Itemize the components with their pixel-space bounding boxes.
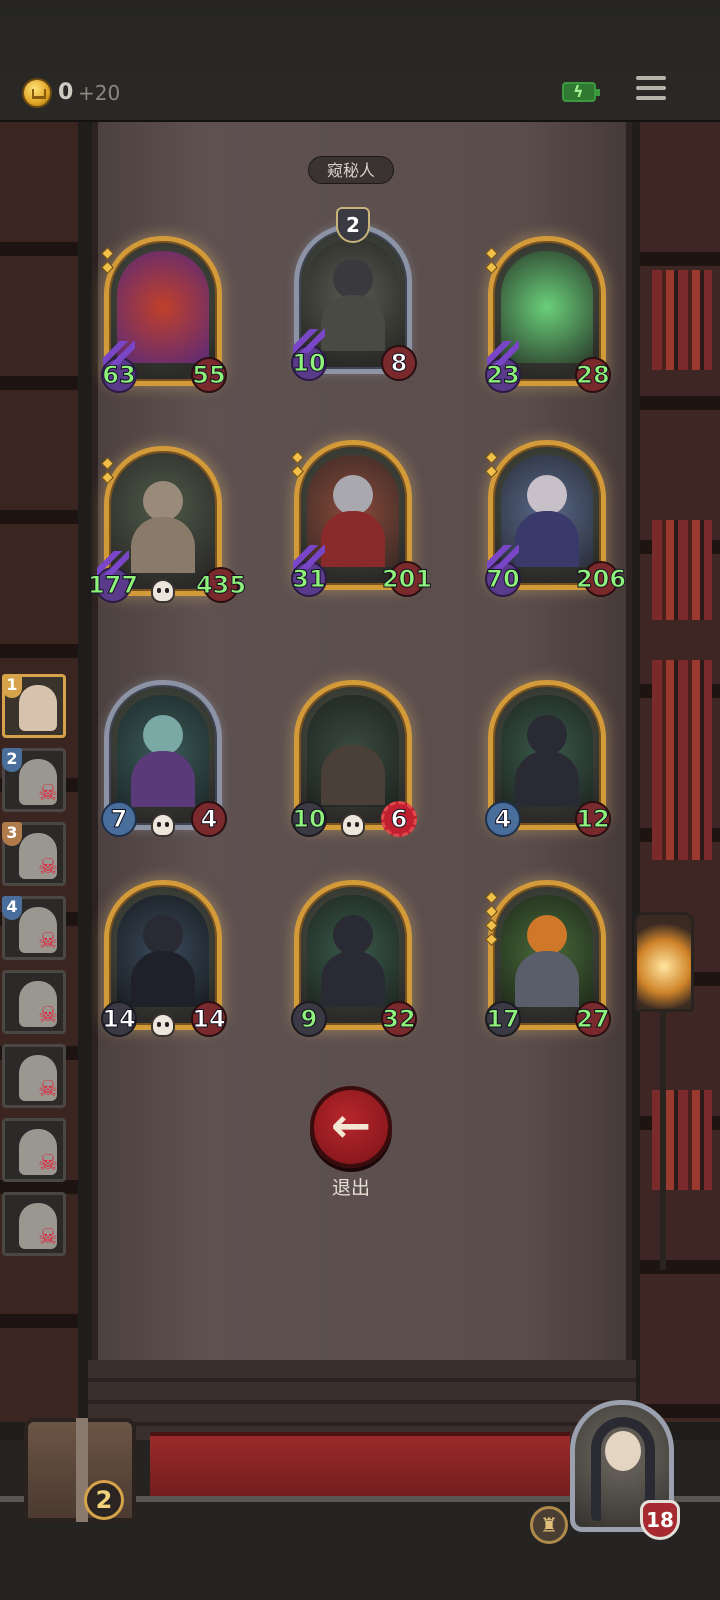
health-stat: 12 xyxy=(575,801,611,837)
arrow-left-icon: ← xyxy=(330,1098,372,1154)
health-stat: 27 xyxy=(575,1001,611,1037)
slot-number: 2 xyxy=(2,748,22,772)
unit-card-reaper-2[interactable]: 9 32 xyxy=(291,880,417,1037)
red-carpet xyxy=(150,1432,570,1502)
card-portrait xyxy=(501,895,593,1007)
health-stat: 8 xyxy=(381,345,417,381)
slot-number: 4 xyxy=(2,896,22,920)
defeated-skull-icon: ☠ xyxy=(38,1077,58,1102)
unit-card-knight[interactable]: 2 10 8 xyxy=(291,207,417,381)
gold-count: 0 xyxy=(58,80,74,105)
slot-number: 3 xyxy=(2,822,22,846)
skull-icon xyxy=(341,813,365,837)
menu-icon[interactable] xyxy=(636,76,666,106)
card-portrait xyxy=(501,695,593,807)
gold-bonus: +20 xyxy=(78,81,121,105)
defeated-skull-icon: ☠ xyxy=(38,781,58,806)
attack-stat: 9 xyxy=(291,1001,327,1037)
team-slot-3[interactable]: 3 ☠ xyxy=(2,822,66,886)
team-slot-4[interactable]: 4 ☠ xyxy=(2,896,66,960)
skull-icon xyxy=(151,579,175,603)
attack-stat: 17 xyxy=(485,1001,521,1037)
unit-card-demoness[interactable]: 7 4 xyxy=(101,680,227,837)
health-stat: 6 xyxy=(381,801,417,837)
attack-stat: 7 xyxy=(101,801,137,837)
attack-stat: 31 xyxy=(291,545,327,597)
top-bar: 0 +20 ϟ xyxy=(0,0,720,122)
lantern-pole xyxy=(660,1010,666,1270)
defeated-skull-icon: ☠ xyxy=(38,929,58,954)
health-stat: 4 xyxy=(191,801,227,837)
health-stat: 206 xyxy=(575,561,627,597)
team-slot-8[interactable]: ☠ xyxy=(2,1192,66,1256)
attack-stat: 10 xyxy=(291,801,327,837)
slot-number: 1 xyxy=(2,674,22,698)
attack-stat: 14 xyxy=(101,1001,137,1037)
card-portrait xyxy=(117,695,209,807)
team-slot-1[interactable]: 1 xyxy=(2,674,66,738)
defeated-skull-icon: ☠ xyxy=(38,1003,58,1028)
defeated-skull-icon: ☠ xyxy=(38,1225,58,1250)
unit-card-golem[interactable]: 177 435 xyxy=(87,446,247,603)
health-stat: 14 xyxy=(191,1001,227,1037)
card-portrait xyxy=(307,895,399,1007)
unit-card-reaper[interactable]: 4 12 xyxy=(485,680,611,837)
attack-stat: 4 xyxy=(485,801,521,837)
card-portrait xyxy=(307,695,399,807)
coin-icon xyxy=(22,78,52,108)
card-portrait xyxy=(117,895,209,1007)
defeated-skull-icon: ☠ xyxy=(38,1151,58,1176)
unit-card-dark-king[interactable]: 14 14 xyxy=(101,880,227,1037)
unit-card-pumpkin[interactable]: 17 27 xyxy=(485,880,611,1037)
exit-button[interactable]: ← xyxy=(310,1086,392,1168)
unit-card-helmet-warrior[interactable]: 31 201 xyxy=(291,440,433,597)
health-stat: 55 xyxy=(191,357,227,393)
attack-stat: 23 xyxy=(485,341,521,393)
stairs xyxy=(88,1360,636,1440)
skull-icon xyxy=(151,813,175,837)
books-decoration xyxy=(652,270,712,370)
unit-card-dragon[interactable]: 63 55 xyxy=(101,236,227,393)
card-portrait xyxy=(117,461,209,573)
hero-avatar xyxy=(19,685,57,731)
skull-icon xyxy=(151,1013,175,1037)
unit-card-mimic-chest[interactable]: 10 6 xyxy=(291,680,417,837)
team-slot-7[interactable]: ☠ xyxy=(2,1118,66,1182)
books-decoration xyxy=(652,520,712,620)
attack-stat: 10 xyxy=(291,329,327,381)
attack-stat: 70 xyxy=(485,545,521,597)
unit-card-sword-spirit[interactable]: 23 28 xyxy=(485,236,611,393)
team-slot-2[interactable]: 2 ☠ xyxy=(2,748,66,812)
defeated-skull-icon: ☠ xyxy=(38,855,58,880)
lantern-icon xyxy=(634,912,694,1012)
battery-charging-icon: ϟ xyxy=(562,82,600,102)
attack-stat: 177 xyxy=(87,551,139,603)
health-stat: 28 xyxy=(575,357,611,393)
team-slot-6[interactable]: ☠ xyxy=(2,1044,66,1108)
unit-card-witch[interactable]: 70 206 xyxy=(485,440,627,597)
health-stat: 201 xyxy=(381,561,433,597)
team-slot-5[interactable]: ☠ xyxy=(2,970,66,1034)
hero-face xyxy=(605,1431,641,1471)
books-decoration xyxy=(652,760,712,860)
books-decoration xyxy=(652,660,712,760)
health-stat: 435 xyxy=(195,567,247,603)
armor-badge: 2 xyxy=(336,207,370,243)
chest-count: 2 xyxy=(84,1480,124,1520)
attack-stat: 63 xyxy=(101,341,137,393)
bell-icon[interactable]: ♜ xyxy=(530,1506,568,1544)
hero-health: 18 xyxy=(640,1500,680,1540)
exit-label: 退出 xyxy=(331,1177,370,1199)
health-stat: 32 xyxy=(381,1001,417,1037)
panel-title: 窥秘人 xyxy=(308,156,394,184)
